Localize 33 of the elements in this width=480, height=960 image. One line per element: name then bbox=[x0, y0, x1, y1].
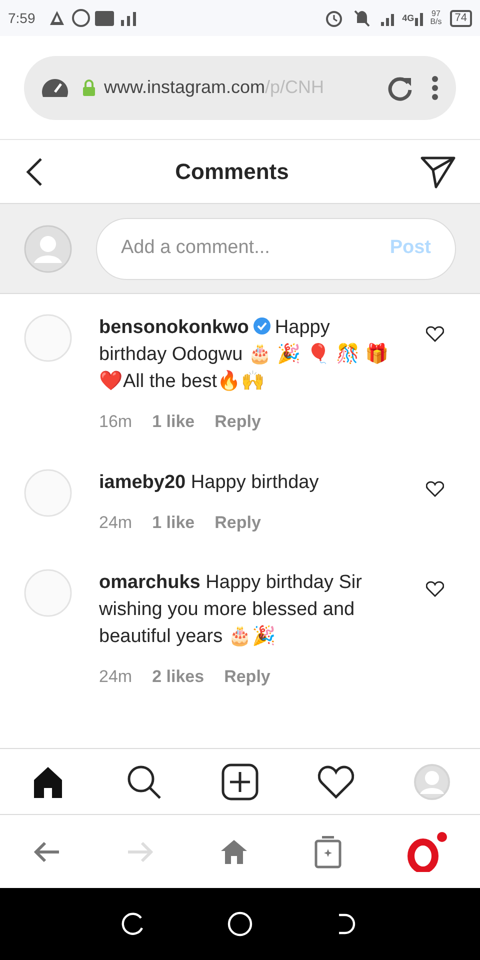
home-button-icon[interactable] bbox=[227, 911, 253, 937]
muted-bell-icon bbox=[352, 8, 372, 28]
avatar-icon bbox=[24, 224, 72, 272]
send-icon[interactable] bbox=[420, 154, 456, 188]
clock: 7:59 bbox=[8, 8, 36, 28]
recents-icon[interactable] bbox=[121, 912, 145, 936]
like-count[interactable]: 2 likes bbox=[152, 664, 204, 690]
back-icon[interactable] bbox=[24, 156, 44, 186]
speed-unit: B/s bbox=[430, 18, 442, 26]
network-type: 4G bbox=[402, 14, 414, 22]
comment-text: bensonokonkwo Happy birthday Odogwu 🎂 🎉 🎈 🎊 🎁 ❤All the best🔥🙌 bbox=[99, 316, 390, 394]
comment-text: omarchuks Happy birthday Sir wishing you more blessed and beautiful years 🎂🎉 bbox=[99, 571, 363, 649]
like-count[interactable]: 1 like bbox=[152, 510, 195, 535]
heart-icon[interactable] bbox=[426, 581, 444, 597]
reply-link[interactable]: Reply bbox=[214, 510, 261, 535]
heart-icon[interactable] bbox=[426, 326, 444, 342]
comment-time: 24m bbox=[99, 512, 132, 534]
speed-value: 97 bbox=[432, 10, 440, 18]
comment-text: iameby20 Happy birthday bbox=[99, 470, 320, 494]
comment-time: 24m bbox=[99, 666, 132, 688]
back-arrow-icon[interactable] bbox=[32, 840, 61, 864]
comment-time: 16m bbox=[99, 411, 132, 433]
tabs-icon[interactable] bbox=[314, 834, 342, 868]
more-icon[interactable] bbox=[430, 74, 440, 102]
alarm-icon bbox=[324, 8, 344, 28]
page-title: Comments bbox=[174, 158, 290, 186]
battery-indicator: 74 bbox=[450, 10, 472, 26]
opera-logo-icon[interactable] bbox=[407, 832, 448, 872]
like-count[interactable]: 1 like bbox=[152, 409, 195, 434]
reply-link[interactable]: Reply bbox=[224, 664, 270, 690]
heart-icon[interactable] bbox=[426, 480, 444, 496]
reply-link[interactable]: Reply bbox=[214, 409, 261, 434]
plus-square-icon[interactable] bbox=[220, 762, 260, 802]
